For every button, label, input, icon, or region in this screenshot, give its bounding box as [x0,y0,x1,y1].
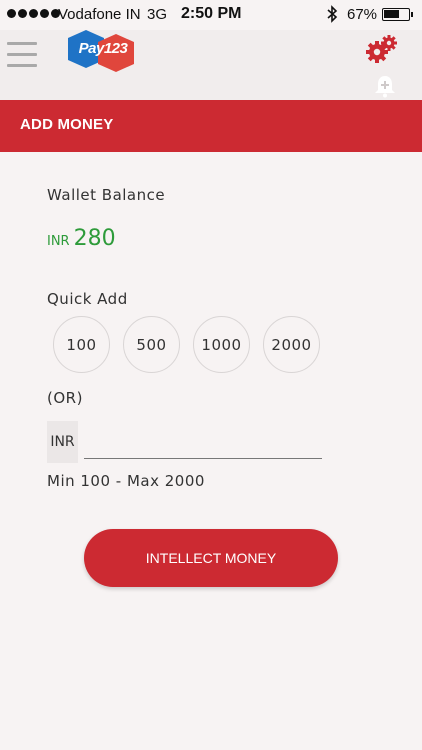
status-time: 2:50 PM [181,5,242,22]
quick-add-label: Quick Add [47,290,128,308]
carrier-name: Vodafone IN [58,6,141,23]
signal-strength-icon [7,9,60,18]
amount-input[interactable] [84,429,322,459]
wallet-balance: INR 280 [47,226,116,251]
battery-icon [382,8,413,21]
bell-add-icon[interactable] [373,74,397,98]
quick-add-500-button[interactable]: 500 [123,316,180,373]
quick-add-2000-button[interactable]: 2000 [263,316,320,373]
wallet-balance-label: Wallet Balance [47,186,166,204]
gears-icon[interactable] [364,33,398,65]
bluetooth-icon [326,5,338,28]
quick-add-options: 100 500 1000 2000 [53,316,320,373]
hamburger-icon[interactable] [7,42,37,68]
battery-percent: 67% [347,6,378,23]
network-type: 3G [147,6,168,23]
status-bar: Vodafone IN 3G 2:50 PM 67% [0,0,422,30]
quick-add-100-button[interactable]: 100 [53,316,110,373]
amount-input-row: INR [47,421,322,463]
balance-currency: INR [47,234,70,249]
pay123-logo: Pay123 [66,30,138,74]
or-separator: (OR) [47,389,83,407]
amount-limits-text: Min 100 - Max 2000 [47,472,205,490]
balance-amount: 280 [73,226,116,251]
quick-add-1000-button[interactable]: 1000 [193,316,250,373]
page-title: ADD MONEY [20,116,114,133]
input-currency-label: INR [47,421,78,463]
logo-text: Pay123 [78,40,128,57]
page-title-bar: ADD MONEY [0,100,422,152]
add-money-button[interactable]: INTELLECT MONEY [84,529,338,587]
app-header: Pay123 [0,30,422,100]
